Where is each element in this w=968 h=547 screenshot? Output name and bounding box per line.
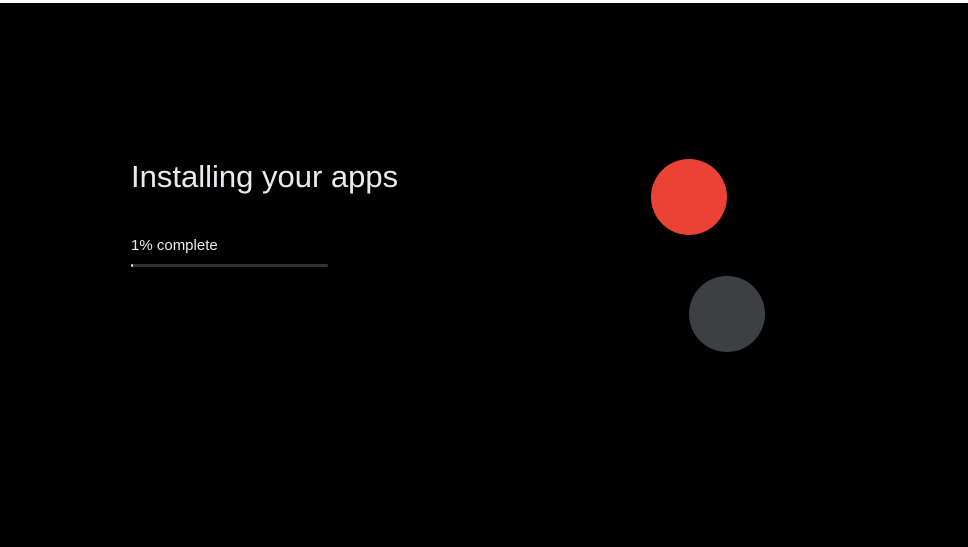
gray-circle-graphic [689,276,765,352]
progress-bar [131,264,328,267]
page-title: Installing your apps [131,159,399,194]
progress-status-text: 1% complete [131,237,218,254]
red-circle-graphic [651,159,727,235]
setup-screen: Installing your apps 1% complete [0,3,968,547]
progress-bar-fill [131,264,133,267]
